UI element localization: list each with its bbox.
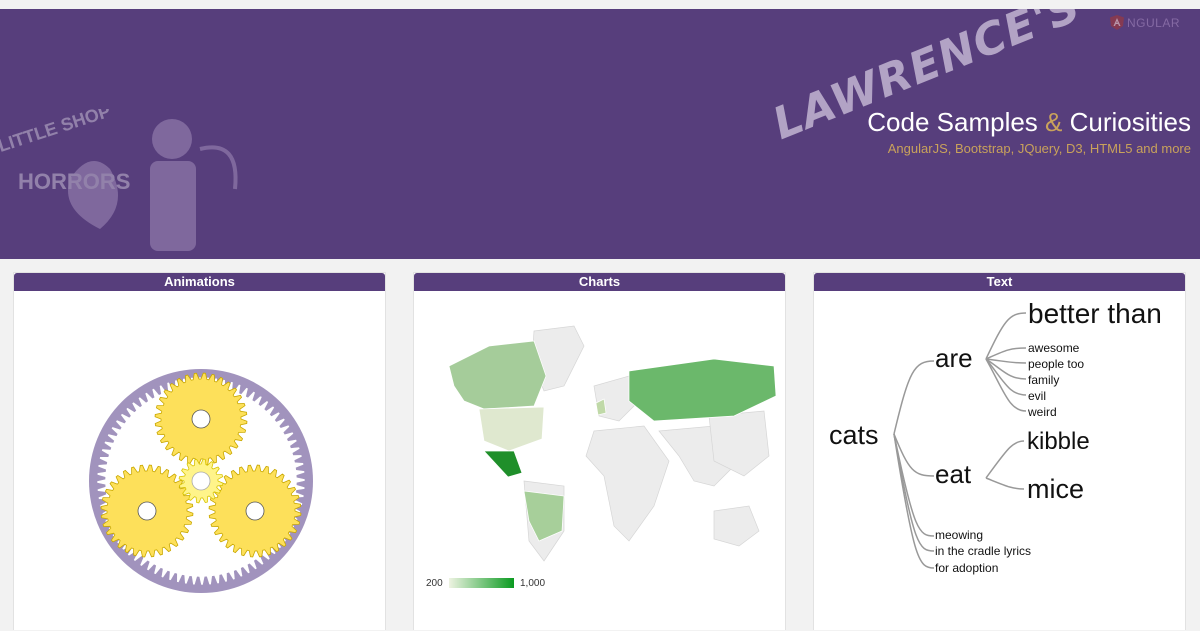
planet-gear-hub <box>191 409 211 429</box>
tree-word-family: family <box>1028 373 1059 387</box>
sun-gear-hub <box>191 471 211 491</box>
map-legend: 200 1,000 <box>426 578 545 589</box>
legend-gradient-bar <box>449 578 514 588</box>
tree-word-people-too: people too <box>1028 357 1084 371</box>
tree-root-word: cats <box>829 420 879 450</box>
tree-word-eat: eat <box>935 459 972 489</box>
site-subtitle: AngularJS, Bootstrap, JQuery, D3, HTML5 … <box>887 141 1191 156</box>
legend-max-label: 1,000 <box>520 578 545 589</box>
angular-logo[interactable]: NGULAR <box>1109 15 1180 30</box>
tree-link <box>985 312 1027 360</box>
angular-logo-text: NGULAR <box>1126 15 1180 30</box>
map-region-canada <box>448 340 547 410</box>
map-region-usa <box>478 406 545 452</box>
tree-word-weird: weird <box>1027 405 1057 419</box>
world-map-chart[interactable]: 200 1,000 <box>414 291 786 631</box>
title-amp: & <box>1045 107 1063 137</box>
legend-min-label: 200 <box>426 578 443 589</box>
little-shop-poster-image: LITTLE SHOP HORRORS <box>0 109 238 251</box>
tree-link <box>985 347 1027 360</box>
angular-shield-icon <box>1109 15 1124 30</box>
title-part2: Curiosities <box>1069 107 1191 137</box>
tree-link <box>985 440 1025 479</box>
animations-panel[interactable]: Animations <box>13 272 386 630</box>
header-banner: NGULAR LITTLE SHOP HORRORS LAWRENCE'S Co… <box>0 9 1200 259</box>
tree-word-meowing: meowing <box>935 528 983 542</box>
charts-panel-header: Charts <box>414 273 785 291</box>
planet-gear-hub <box>137 501 157 521</box>
svg-text:LITTLE SHOP: LITTLE SHOP <box>0 109 113 156</box>
tree-word-kibble: kibble <box>1027 428 1090 455</box>
tree-link <box>985 358 1027 396</box>
tree-link <box>893 433 935 569</box>
tree-link <box>893 360 935 435</box>
tree-word-are: are <box>935 343 973 373</box>
word-tree[interactable]: cats are eat better than awesome people … <box>814 291 1186 631</box>
tree-word-cradle: in the cradle lyrics <box>935 544 1031 558</box>
tree-word-mice: mice <box>1027 474 1084 504</box>
planet-gear-hub <box>245 501 265 521</box>
map-region-australia <box>713 505 760 547</box>
top-strip <box>0 0 1200 9</box>
tree-word-evil: evil <box>1028 389 1046 403</box>
svg-text:HORRORS: HORRORS <box>18 169 130 194</box>
animations-panel-header: Animations <box>14 273 385 291</box>
planetary-gear-animation[interactable] <box>14 291 386 631</box>
tree-link <box>893 433 935 552</box>
title-part1: Code Samples <box>867 107 1038 137</box>
tree-word-better-than: better than <box>1028 298 1162 329</box>
tree-link <box>985 477 1025 490</box>
map-region-africa <box>585 425 670 542</box>
tree-word-adoption: for adoption <box>935 561 998 575</box>
text-panel-header: Text <box>814 273 1185 291</box>
charts-panel[interactable]: Charts 200 1,000 <box>413 272 786 630</box>
text-panel[interactable]: Text cats are eat better than awesome pe… <box>813 272 1186 630</box>
map-region-mexico <box>483 450 523 478</box>
site-title: Code Samples & Curiosities <box>867 107 1191 138</box>
tree-word-awesome: awesome <box>1028 341 1080 355</box>
